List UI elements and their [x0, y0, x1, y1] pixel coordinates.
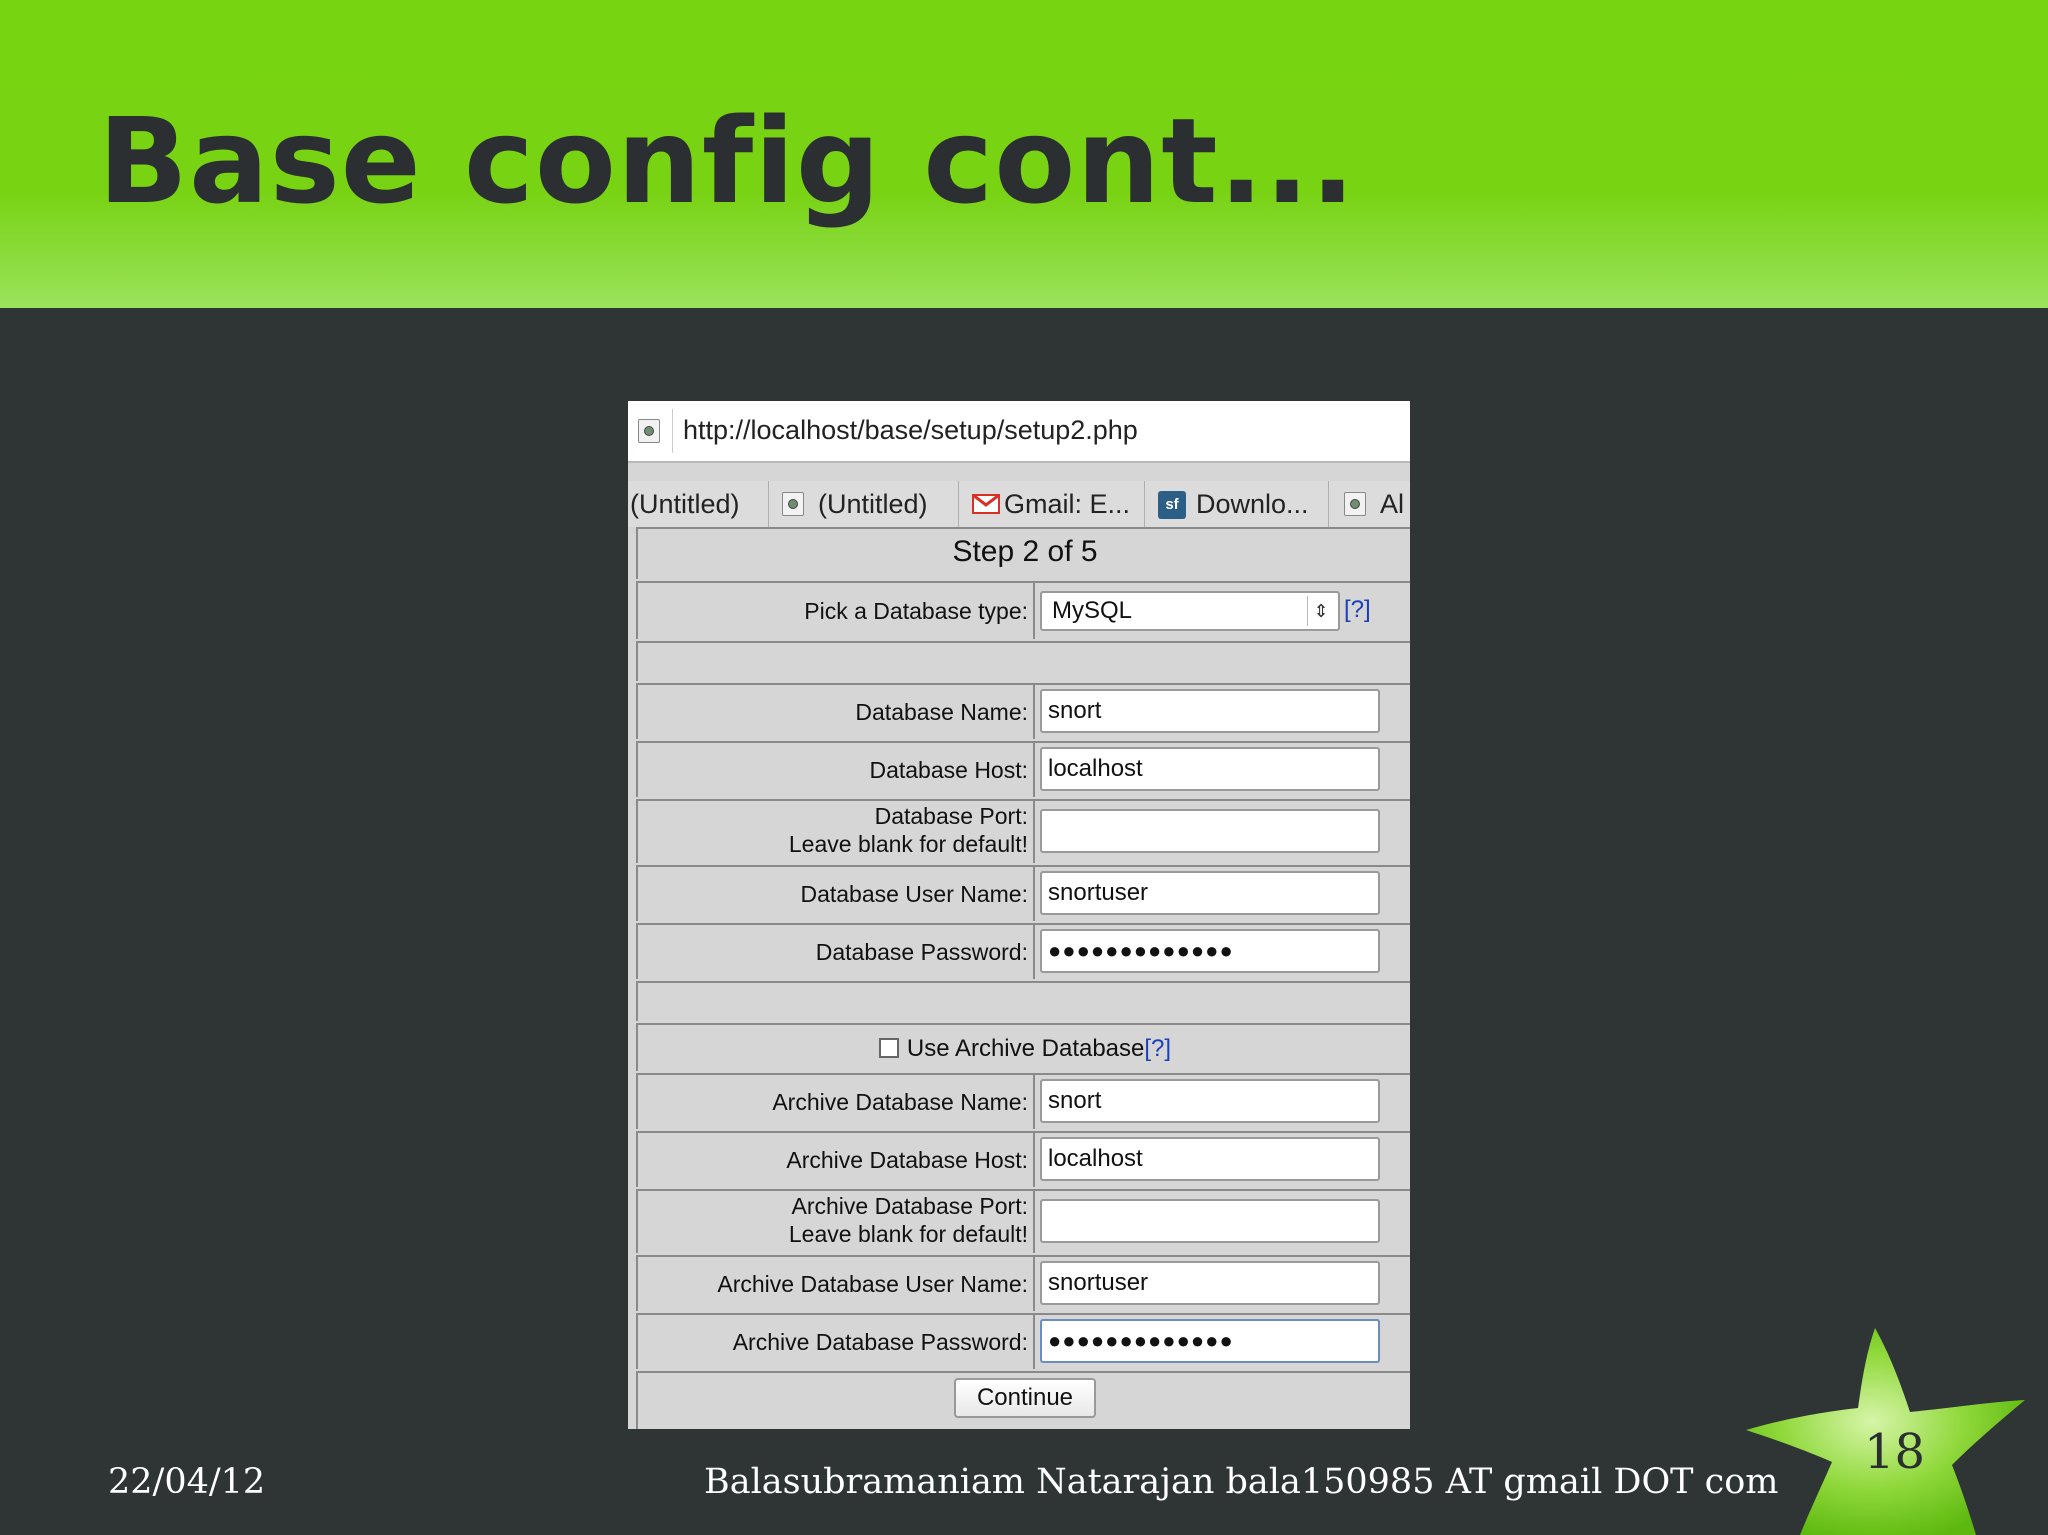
db-pass-input[interactable]: ●●●●●●●●●●●●●: [1040, 929, 1380, 973]
arch-name-row: Archive Database Name: snort: [636, 1073, 1410, 1129]
footer-date: 22/04/12: [108, 1462, 266, 1502]
db-port-hint: Leave blank for default!: [788, 831, 1028, 857]
db-type-value: MySQL: [1052, 597, 1133, 624]
column-divider: [1033, 867, 1035, 921]
arch-user-input[interactable]: snortuser: [1040, 1261, 1380, 1305]
db-host-row: Database Host: localhost: [636, 741, 1410, 797]
db-name-label: Database Name:: [855, 699, 1028, 725]
step-row: Step 2 of 5: [636, 527, 1410, 579]
column-divider: [1033, 1257, 1035, 1311]
arch-name-input[interactable]: snort: [1040, 1079, 1380, 1123]
tab-al[interactable]: Al: [1330, 481, 1410, 527]
spacer-row: [636, 981, 1410, 1021]
arch-pass-row: Archive Database Password: ●●●●●●●●●●●●●: [636, 1313, 1410, 1369]
tab-untitled-1[interactable]: (Untitled): [628, 481, 769, 527]
arch-host-row: Archive Database Host: localhost: [636, 1131, 1410, 1187]
column-divider: [1033, 743, 1035, 797]
bookmarks-bar: (Untitled) (Untitled) Gmail: E... sf Dow…: [628, 481, 1410, 527]
select-arrows-icon: ⇕: [1307, 596, 1334, 626]
archive-help-link[interactable]: [?]: [1144, 1035, 1171, 1062]
db-host-label: Database Host:: [869, 757, 1028, 783]
archive-toggle-row: Use Archive Database[?]: [636, 1023, 1410, 1071]
page-icon: [638, 419, 660, 443]
url-divider: [672, 409, 673, 453]
db-user-row: Database User Name: snortuser: [636, 865, 1410, 921]
archive-toggle-line: Use Archive Database[?]: [638, 1035, 1410, 1063]
sourceforge-icon: sf: [1158, 491, 1186, 519]
arch-pass-input[interactable]: ●●●●●●●●●●●●●: [1040, 1319, 1380, 1363]
page-number: 18: [1864, 1424, 1926, 1480]
tab-label: Gmail: E...: [1004, 489, 1131, 519]
db-type-help-link[interactable]: [?]: [1344, 596, 1371, 624]
column-divider: [1033, 925, 1035, 979]
db-type-select[interactable]: MySQL ⇕: [1040, 591, 1340, 631]
tab-gmail[interactable]: Gmail: E...: [960, 481, 1145, 527]
gmail-icon: [972, 494, 1000, 514]
db-port-label: Database Port:: [874, 803, 1028, 829]
db-port-input[interactable]: [1040, 809, 1380, 853]
db-type-label: Pick a Database type:: [804, 598, 1028, 624]
continue-button[interactable]: Continue: [954, 1378, 1096, 1418]
db-type-row: Pick a Database type: MySQL ⇕ [?]: [636, 581, 1410, 639]
arch-name-label: Archive Database Name:: [772, 1089, 1028, 1115]
db-name-input[interactable]: snort: [1040, 689, 1380, 733]
tab-label: (Untitled): [818, 489, 928, 519]
db-host-input[interactable]: localhost: [1040, 747, 1380, 791]
db-user-input[interactable]: snortuser: [1040, 871, 1380, 915]
db-port-row: Database Port: Leave blank for default!: [636, 799, 1410, 863]
arch-host-label: Archive Database Host:: [786, 1147, 1028, 1173]
arch-port-input[interactable]: [1040, 1199, 1380, 1243]
column-divider: [1033, 801, 1035, 863]
tab-label: Downlo...: [1196, 489, 1309, 519]
tab-label: Al: [1380, 489, 1405, 519]
arch-port-label: Archive Database Port:: [791, 1193, 1028, 1219]
db-name-row: Database Name: snort: [636, 683, 1410, 739]
db-pass-row: Database Password: ●●●●●●●●●●●●●: [636, 923, 1410, 979]
column-divider: [1033, 1315, 1035, 1369]
arch-port-row: Archive Database Port: Leave blank for d…: [636, 1189, 1410, 1253]
spacer-row: [636, 641, 1410, 681]
db-pass-label: Database Password:: [815, 939, 1028, 965]
step-indicator: Step 2 of 5: [952, 535, 1098, 568]
column-divider: [1033, 685, 1035, 739]
browser-screenshot: http://localhost/base/setup/setup2.php (…: [628, 401, 1410, 1429]
tab-label: (Untitled): [630, 489, 740, 519]
url-text[interactable]: http://localhost/base/setup/setup2.php: [683, 415, 1138, 446]
url-bar[interactable]: http://localhost/base/setup/setup2.php: [628, 401, 1410, 463]
arch-pass-label: Archive Database Password:: [732, 1329, 1028, 1355]
column-divider: [1033, 1191, 1035, 1253]
archive-checkbox[interactable]: [878, 1038, 899, 1058]
page-icon: [1344, 492, 1366, 516]
db-user-label: Database User Name:: [800, 881, 1028, 907]
arch-port-hint: Leave blank for default!: [788, 1221, 1028, 1247]
archive-checkbox-label[interactable]: Use Archive Database: [907, 1035, 1144, 1062]
tab-download[interactable]: sf Downlo...: [1146, 481, 1329, 527]
arch-user-row: Archive Database User Name: snortuser: [636, 1255, 1410, 1311]
footer-author: Balasubramaniam Natarajan bala150985 AT …: [704, 1462, 1779, 1502]
column-divider: [1033, 583, 1035, 639]
page-icon: [782, 492, 804, 516]
column-divider: [1033, 1075, 1035, 1129]
arch-host-input[interactable]: localhost: [1040, 1137, 1380, 1181]
column-divider: [1033, 1133, 1035, 1187]
tab-untitled-2[interactable]: (Untitled): [770, 481, 959, 527]
continue-row: Continue: [636, 1371, 1410, 1429]
arch-user-label: Archive Database User Name:: [717, 1271, 1028, 1297]
slide-title: Base config cont...: [98, 92, 1357, 230]
slide-header: Base config cont...: [0, 0, 2048, 308]
